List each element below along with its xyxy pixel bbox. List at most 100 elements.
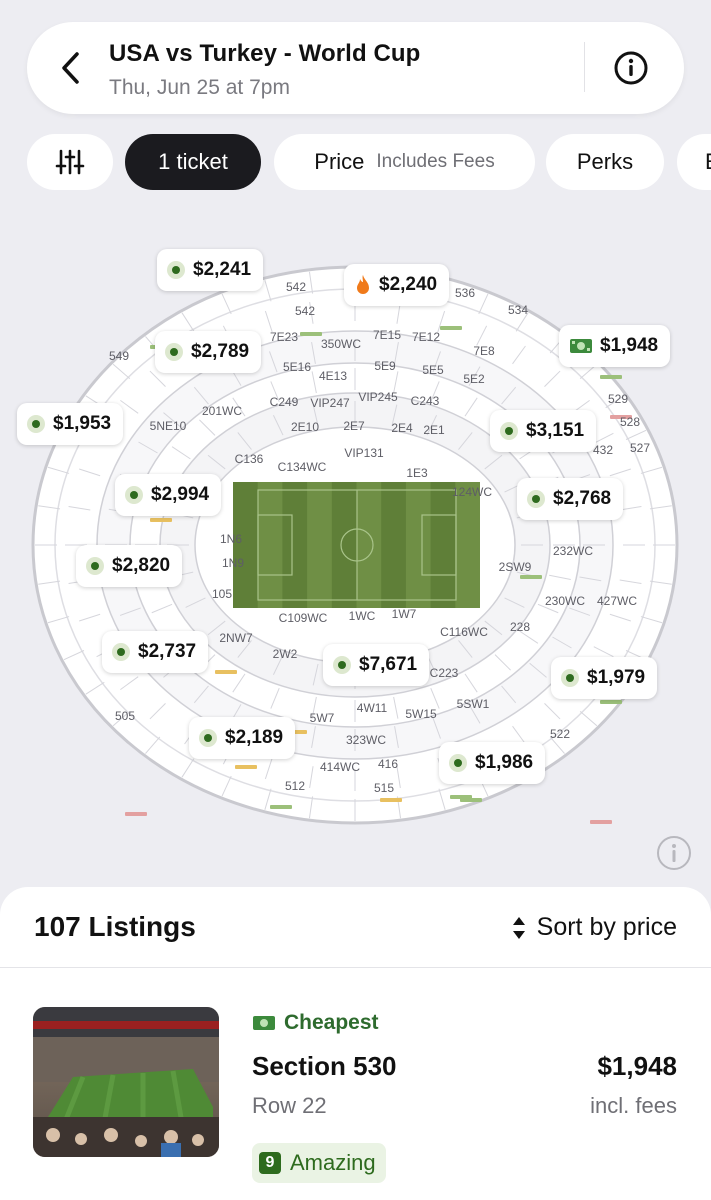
filter-settings-button[interactable]: [27, 134, 113, 190]
more-filter-chip[interactable]: E: [677, 134, 711, 190]
sort-button[interactable]: Sort by price: [511, 913, 677, 942]
section-label: 7E15: [373, 328, 401, 342]
section-label: C249: [270, 395, 299, 409]
listing-row: Row 22: [252, 1093, 327, 1118]
event-title: USA vs Turkey - World Cup: [109, 40, 421, 67]
section-label: 1W7: [392, 607, 417, 621]
section-label: 2SW9: [499, 560, 532, 574]
price-pin[interactable]: $2,789: [155, 331, 262, 373]
price-pin[interactable]: $2,737: [102, 631, 209, 673]
section-label: VIP245: [358, 390, 398, 404]
section-label: 1N9: [222, 556, 244, 570]
sort-label: Sort by price: [536, 913, 677, 941]
section-label: C109WC: [279, 611, 328, 625]
available-dot-icon: [27, 415, 45, 433]
filter-bar: 1 ticket Price Includes Fees Perks E: [0, 134, 711, 192]
section-view-photo: [33, 1007, 219, 1157]
cash-icon: [253, 1016, 275, 1030]
section-label: 536: [455, 286, 475, 300]
price-pin[interactable]: $2,820: [76, 545, 183, 587]
info-icon: [614, 51, 648, 85]
section-label: 2NW7: [219, 631, 253, 645]
chevron-left-icon: [62, 52, 79, 84]
section-label: 416: [378, 757, 398, 771]
section-label: 1WC: [349, 609, 376, 623]
sort-arrows-icon: [512, 916, 525, 939]
available-dot-icon: [527, 490, 545, 508]
listings-sheet: 107 Listings Sort by price Cheapest Sect…: [0, 887, 711, 1200]
section-label: VIP131: [344, 446, 384, 460]
price-pin[interactable]: $2,994: [115, 474, 222, 516]
section-label: 522: [550, 727, 570, 741]
section-label: C243: [411, 394, 440, 408]
section-label: VIP247: [310, 396, 350, 410]
section-label: 7E8: [473, 344, 495, 358]
listing-card[interactable]: Cheapest Section 530 Row 22 $1,948 incl.…: [0, 997, 711, 1197]
ticket-quantity-chip[interactable]: 1 ticket: [125, 134, 261, 190]
cash-icon: [569, 338, 593, 354]
price-pin[interactable]: $1,953: [17, 403, 124, 445]
info-icon: [657, 836, 691, 870]
section-label: C223: [430, 666, 459, 680]
section-label: 124WC: [452, 485, 492, 499]
section-label: 549: [109, 349, 129, 363]
price-pin[interactable]: $2,240: [344, 264, 450, 306]
section-label: 2W2: [273, 647, 298, 661]
rating-label: Amazing: [290, 1150, 376, 1175]
section-label: 5NE10: [150, 419, 187, 433]
event-header: USA vs Turkey - World Cup Thu, Jun 25 at…: [27, 22, 684, 114]
section-label: 527: [630, 441, 650, 455]
deal-rating-badge: 9 Amazing: [252, 1143, 386, 1183]
section-label: 4W11: [357, 701, 388, 715]
section-label: 323WC: [346, 733, 386, 747]
section-label: 2E4: [391, 421, 413, 435]
perks-filter-chip[interactable]: Perks: [546, 134, 664, 190]
section-label: 5W15: [405, 707, 437, 721]
section-label: C134WC: [278, 460, 327, 474]
price-chip-note: Includes Fees: [376, 151, 495, 172]
section-label: 534: [508, 303, 528, 317]
section-label: 542: [286, 280, 306, 294]
price-pin[interactable]: $1,979: [551, 657, 658, 699]
section-label: 5E5: [422, 363, 444, 377]
price-pin[interactable]: $2,241: [157, 249, 264, 291]
section-label: C116WC: [440, 625, 488, 639]
available-dot-icon: [86, 557, 104, 575]
rating-score: 9: [259, 1152, 281, 1174]
section-label: 1N6: [220, 532, 242, 546]
section-label: 230WC: [545, 594, 585, 608]
price-pin[interactable]: $1,986: [439, 742, 546, 784]
available-dot-icon: [167, 261, 185, 279]
section-label: 232WC: [553, 544, 593, 558]
section-label: 4E13: [319, 369, 347, 383]
section-label: 2E10: [291, 420, 319, 434]
price-pin[interactable]: $3,151: [490, 410, 597, 452]
header-divider: [584, 42, 585, 92]
price-pin[interactable]: $2,768: [517, 478, 624, 520]
price-pin[interactable]: $1,948: [559, 325, 671, 367]
fire-icon: [354, 274, 372, 296]
sheet-divider: [0, 967, 711, 968]
cheapest-tag: Cheapest: [252, 1011, 379, 1035]
back-button[interactable]: [53, 48, 87, 88]
section-label: 5E9: [374, 359, 396, 373]
listing-fees-note: incl. fees: [590, 1093, 677, 1118]
map-info-button[interactable]: [656, 835, 692, 871]
info-button[interactable]: [612, 49, 650, 87]
section-label: 432: [593, 443, 613, 457]
section-label: 105: [212, 587, 232, 601]
price-pin[interactable]: $2,189: [189, 717, 296, 759]
section-label: 542: [295, 304, 315, 318]
available-dot-icon: [449, 754, 467, 772]
available-dot-icon: [561, 669, 579, 687]
seat-map[interactable]: 542 536 534 549 542 7E23 350WC 7E15 7E12 7E8 5E16 4…: [0, 200, 711, 880]
price-chip-label: Price: [314, 149, 365, 174]
price-pin[interactable]: $7,671: [323, 644, 430, 686]
section-label: 7E23: [270, 330, 298, 344]
available-dot-icon: [500, 422, 518, 440]
section-label: 5E16: [283, 360, 311, 374]
price-filter-chip[interactable]: Price Includes Fees: [274, 134, 535, 190]
section-label: 515: [374, 781, 394, 795]
section-label: 5W7: [310, 711, 335, 725]
section-label: 427WC: [597, 594, 637, 608]
